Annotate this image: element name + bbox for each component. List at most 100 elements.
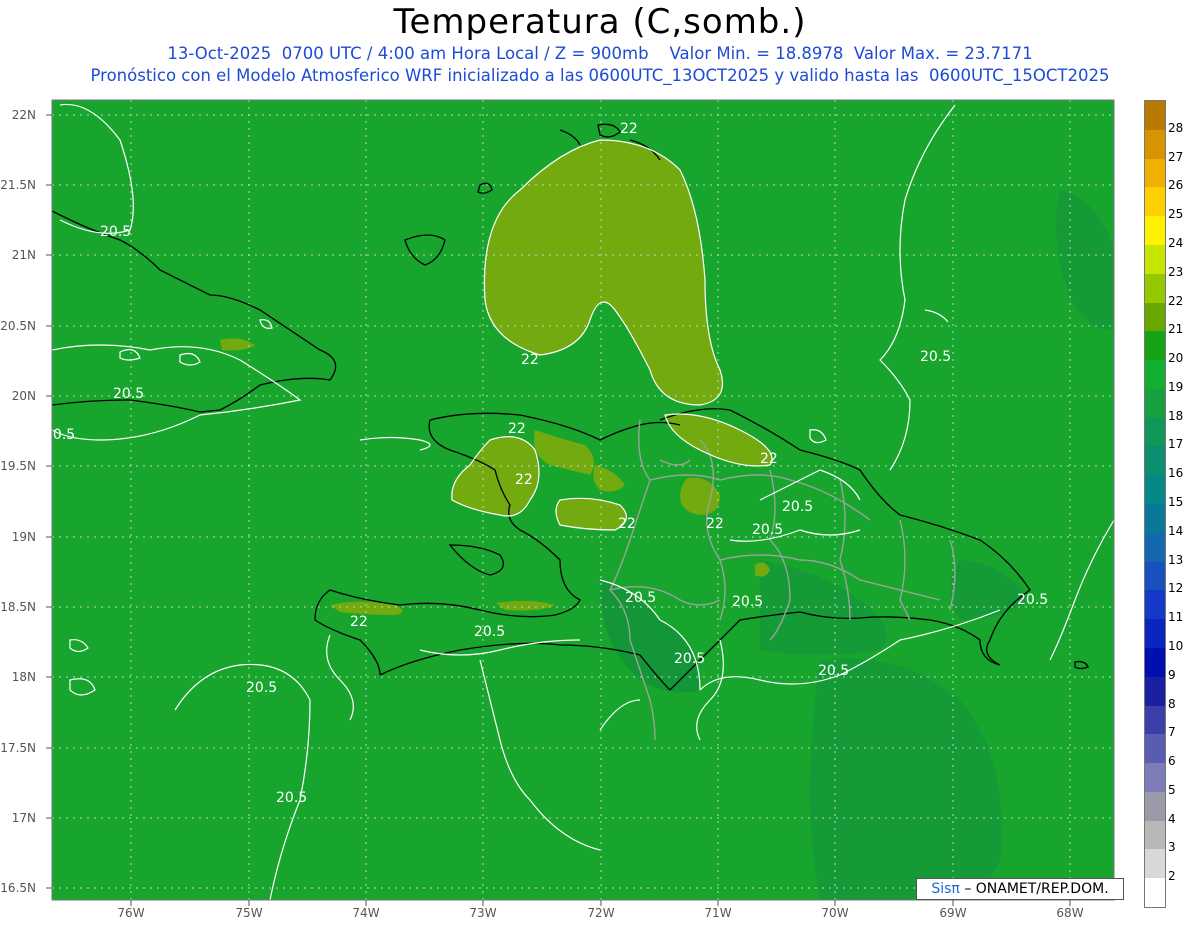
colorbar-cell (1145, 590, 1165, 620)
colorbar-cell (1145, 676, 1165, 706)
sispi-logo: Sisπ (931, 881, 960, 897)
lon-label: 76W (117, 906, 145, 920)
credit-text: – ONAMET/REP.DOM. (964, 881, 1109, 897)
colorbar-label: 18 (1168, 408, 1184, 423)
contour-label-20-5: 20.5 (625, 590, 656, 606)
colorbar-cell (1145, 158, 1165, 188)
colorbar-label: 22 (1168, 293, 1184, 308)
lon-label: 70W (821, 906, 849, 920)
lat-label: 19N (11, 530, 36, 544)
colorbar-label: 15 (1168, 495, 1184, 509)
contour-label-22: 22 (760, 451, 778, 467)
colorbar-label: 14 (1168, 523, 1184, 538)
contour-label-22: 22 (515, 472, 533, 488)
temperature-map: 22 22 22 22 22 22 22 22 20.5 20.5 20.5 2… (44, 99, 1115, 906)
lat-label: 22N (11, 108, 36, 122)
colorbar-cell (1145, 878, 1165, 908)
lat-label: 20N (11, 389, 36, 403)
lat-label: 16.5N (0, 881, 36, 895)
colorbar-label: 8 (1168, 696, 1176, 711)
colorbar-cell (1145, 647, 1165, 678)
contour-label-20-5: 20.5 (818, 663, 849, 679)
lon-label: 75W (235, 906, 263, 920)
colorbar-cell (1145, 331, 1165, 361)
colorbar-cell (1145, 302, 1165, 332)
contour-label-20-5: 20.5 (246, 680, 277, 696)
colorbar-label: 17 (1168, 437, 1184, 452)
colorbar-cell (1145, 360, 1165, 390)
colorbar-label: 6 (1168, 754, 1176, 769)
colorbar-cell (1145, 244, 1165, 275)
lon-label: 72W (587, 906, 615, 920)
lon-label: 71W (704, 906, 732, 920)
contour-label-20-5: 20.5 (920, 349, 951, 365)
contour-label-20-5: 20.5 (752, 522, 783, 538)
colorbar-label: 16 (1168, 466, 1184, 481)
contour-label-20-5: 20.5 (674, 651, 705, 667)
colorbar-label: 3 (1168, 840, 1176, 855)
colorbar-label: 5 (1168, 782, 1176, 797)
colorbar-cell (1145, 561, 1165, 591)
colorbar-label: 9 (1168, 667, 1176, 682)
contour-label-22: 22 (620, 121, 638, 137)
colorbar-cell (1145, 619, 1165, 649)
colorbar-cell (1145, 216, 1165, 246)
colorbar-label: 2 (1168, 869, 1176, 884)
colorbar-cell (1145, 791, 1165, 822)
contour-label-20-5: 20.5 (276, 790, 307, 806)
lat-label: 18.5N (0, 600, 36, 614)
contour-label-22: 22 (706, 516, 724, 532)
colorbar-cell (1145, 763, 1165, 793)
lat-label: 21.5N (0, 178, 36, 192)
colorbar-label: 4 (1168, 811, 1176, 826)
colorbar-cell (1145, 475, 1165, 505)
credit-box: Sisπ – ONAMET/REP.DOM. (916, 878, 1124, 900)
colorbar-cell (1145, 849, 1165, 879)
colorbar-label: 24 (1168, 235, 1184, 250)
contour-label-20-5: 20.5 (732, 594, 763, 610)
colorbar (1144, 100, 1166, 908)
lon-label: 73W (469, 906, 497, 920)
contour-label-22: 22 (521, 352, 539, 368)
contour-label-22: 22 (350, 614, 368, 630)
contour-label-22: 22 (618, 516, 636, 532)
colorbar-cell (1145, 820, 1165, 850)
lat-label: 17.5N (0, 741, 36, 755)
contour-label-20-5: 20.5 (474, 624, 505, 640)
colorbar-cell (1145, 101, 1165, 131)
colorbar-label: 7 (1168, 725, 1176, 740)
lat-label: 21N (11, 248, 36, 262)
colorbar-cell (1145, 388, 1165, 419)
colorbar-label: 19 (1168, 379, 1184, 394)
contour-label-20-5: 20.5 (1017, 592, 1048, 608)
colorbar-cell (1145, 273, 1165, 303)
colorbar-cell (1145, 446, 1165, 476)
colorbar-label: 12 (1168, 581, 1184, 596)
colorbar-cell (1145, 187, 1165, 217)
lon-label: 69W (939, 906, 967, 920)
colorbar-cell (1145, 129, 1165, 160)
lon-label: 68W (1056, 906, 1084, 920)
colorbar-label: 20 (1168, 351, 1184, 366)
colorbar-label: 23 (1168, 264, 1184, 279)
colorbar-cell (1145, 705, 1165, 735)
colorbar-cell (1145, 417, 1165, 447)
colorbar-label: 27 (1168, 149, 1184, 164)
colorbar-label: 11 (1168, 610, 1184, 625)
colorbar-cell (1145, 504, 1165, 534)
colorbar-label: 21 (1168, 322, 1184, 337)
colorbar-label: 25 (1168, 207, 1184, 222)
contour-label-20-5: 20.5 (44, 427, 75, 443)
contour-label-20-5: 20.5 (113, 386, 144, 402)
contour-label-20-5: 20.5 (100, 224, 131, 240)
lat-label: 20.5N (0, 319, 36, 333)
contour-label-20-5: 20.5 (782, 499, 813, 515)
colorbar-label: 26 (1168, 178, 1184, 193)
lat-label: 18N (11, 670, 36, 684)
colorbar-cell (1145, 532, 1165, 563)
lat-label: 19.5N (0, 459, 36, 473)
lat-label: 17N (11, 811, 36, 825)
colorbar-label: 13 (1168, 552, 1184, 567)
colorbar-label: 28 (1168, 120, 1184, 135)
contour-label-22: 22 (508, 421, 526, 437)
